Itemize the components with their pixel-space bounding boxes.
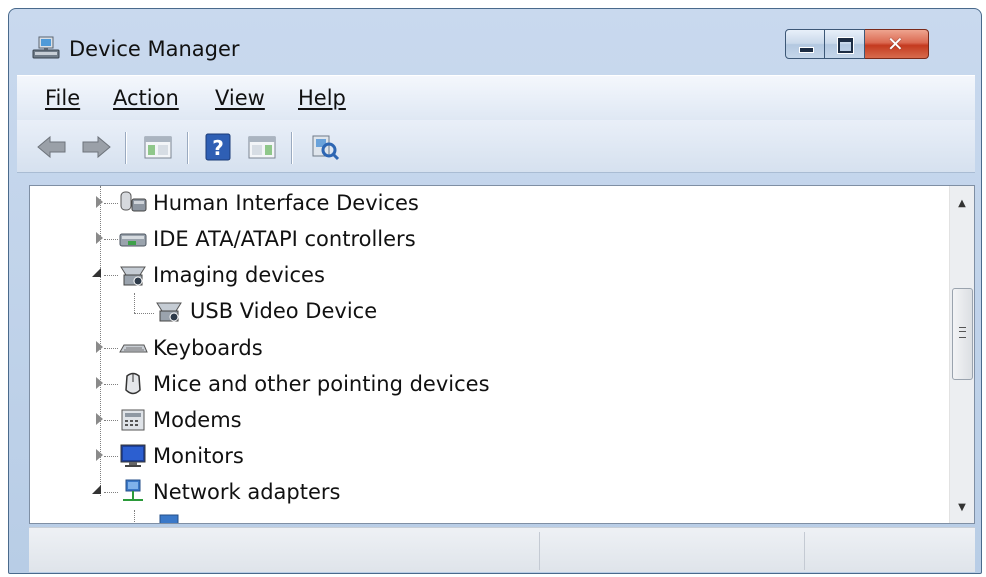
tree-item-mice-and-other-pointing-devices[interactable]: Mice and other pointing devices: [30, 367, 950, 401]
ide-controller-icon: [119, 233, 147, 247]
maximize-icon: [837, 37, 854, 54]
mouse-icon: [125, 372, 141, 395]
toolbar: ?: [17, 120, 975, 173]
toolbar-separator: [291, 132, 293, 164]
menu-view[interactable]: View: [215, 85, 265, 111]
device-tree[interactable]: Human Interface Devices IDE ATA/ATAPI co…: [29, 185, 975, 524]
hid-icon: [120, 191, 147, 212]
monitor-icon: [120, 444, 146, 467]
minimize-button[interactable]: [785, 29, 825, 59]
scroll-down-arrow-icon[interactable]: ▼: [950, 496, 974, 520]
scroll-grip-icon: [959, 327, 966, 338]
back-arrow-icon[interactable]: [35, 132, 69, 162]
tree-item-keyboards[interactable]: Keyboards: [30, 331, 950, 365]
tree-item-label: Human Interface Devices: [153, 191, 419, 215]
tree-item-label: Keyboards: [153, 336, 263, 360]
tree-item-label: IDE ATA/ATAPI controllers: [153, 227, 416, 251]
menu-help[interactable]: Help: [298, 85, 346, 111]
modem-icon: [121, 409, 145, 431]
tree-item-label: Mice and other pointing devices: [153, 372, 490, 396]
maximize-button[interactable]: [825, 29, 865, 59]
expand-arrow-icon[interactable]: [96, 377, 104, 389]
expand-arrow-icon[interactable]: [96, 196, 104, 208]
scroll-up-arrow-icon[interactable]: ▲: [950, 192, 974, 216]
forward-arrow-icon[interactable]: [79, 132, 113, 162]
tree-item-label: Monitors: [153, 444, 244, 468]
tree-connector-line: [104, 203, 118, 204]
tree-item-network-adapters[interactable]: Network adapters: [30, 475, 950, 509]
tree-item-usb-video-device[interactable]: USB Video Device: [30, 294, 950, 328]
tree-item-monitors[interactable]: Monitors: [30, 439, 950, 473]
show-hide-console-tree-icon[interactable]: [141, 132, 175, 162]
tree-connector-line: [104, 348, 118, 349]
menu-bar: File Action View Help: [17, 75, 975, 121]
expand-arrow-icon[interactable]: [96, 413, 104, 425]
status-panel: [805, 532, 973, 570]
tree-item-modems[interactable]: Modems: [30, 403, 950, 437]
close-icon: ✕: [887, 32, 904, 56]
scan-hardware-changes-icon[interactable]: [307, 132, 341, 162]
tree-connector-line: [104, 384, 118, 385]
menu-action[interactable]: Action: [113, 85, 179, 111]
tree-item-human-interface-devices[interactable]: Human Interface Devices: [30, 186, 950, 220]
svg-text:?: ?: [212, 136, 224, 160]
status-panel: [540, 532, 805, 570]
toolbar-separator: [125, 132, 127, 164]
expand-arrow-icon[interactable]: [96, 341, 104, 353]
tree-connector-line: [134, 510, 135, 523]
menu-file[interactable]: File: [45, 85, 80, 111]
tree-connector-line: [104, 456, 118, 457]
webcam-icon: [156, 302, 182, 322]
expand-arrow-icon[interactable]: [96, 449, 104, 461]
close-button[interactable]: ✕: [865, 29, 929, 59]
toolbar-separator: [187, 132, 189, 164]
title-bar[interactable]: Device Manager ✕: [9, 9, 981, 71]
tree-item-label: Modems: [153, 408, 242, 432]
show-hide-action-pane-icon[interactable]: [245, 132, 279, 162]
tree-connector-line: [104, 239, 118, 240]
keyboard-icon: [119, 344, 148, 353]
scroll-thumb[interactable]: [952, 288, 973, 380]
device-manager-window: Device Manager ✕ File Action View Help ?…: [8, 8, 982, 574]
network-adapter-icon: [159, 514, 179, 523]
tree-connector-line: [104, 420, 118, 421]
status-panel: [29, 532, 540, 570]
status-bar: [29, 527, 975, 572]
expand-arrow-icon[interactable]: [96, 232, 104, 244]
tree-item-imaging-devices[interactable]: Imaging devices: [30, 258, 950, 292]
tree-item-label: Imaging devices: [153, 263, 325, 287]
imaging-device-icon: [120, 266, 146, 286]
tree-connector-line: [104, 275, 118, 276]
minimize-icon: [799, 47, 814, 53]
network-adapter-icon: [123, 479, 143, 501]
vertical-scrollbar[interactable]: ▲ ▼: [949, 186, 974, 523]
tree-item-label: USB Video Device: [190, 299, 378, 323]
device-manager-icon: [32, 36, 60, 59]
help-icon[interactable]: ?: [203, 132, 233, 162]
tree-item-label: Network adapters: [153, 480, 341, 504]
tree-connector-line: [104, 492, 118, 493]
window-title: Device Manager: [69, 37, 240, 61]
tree-item-ide-ata-atapi-controllers[interactable]: IDE ATA/ATAPI controllers: [30, 222, 950, 256]
